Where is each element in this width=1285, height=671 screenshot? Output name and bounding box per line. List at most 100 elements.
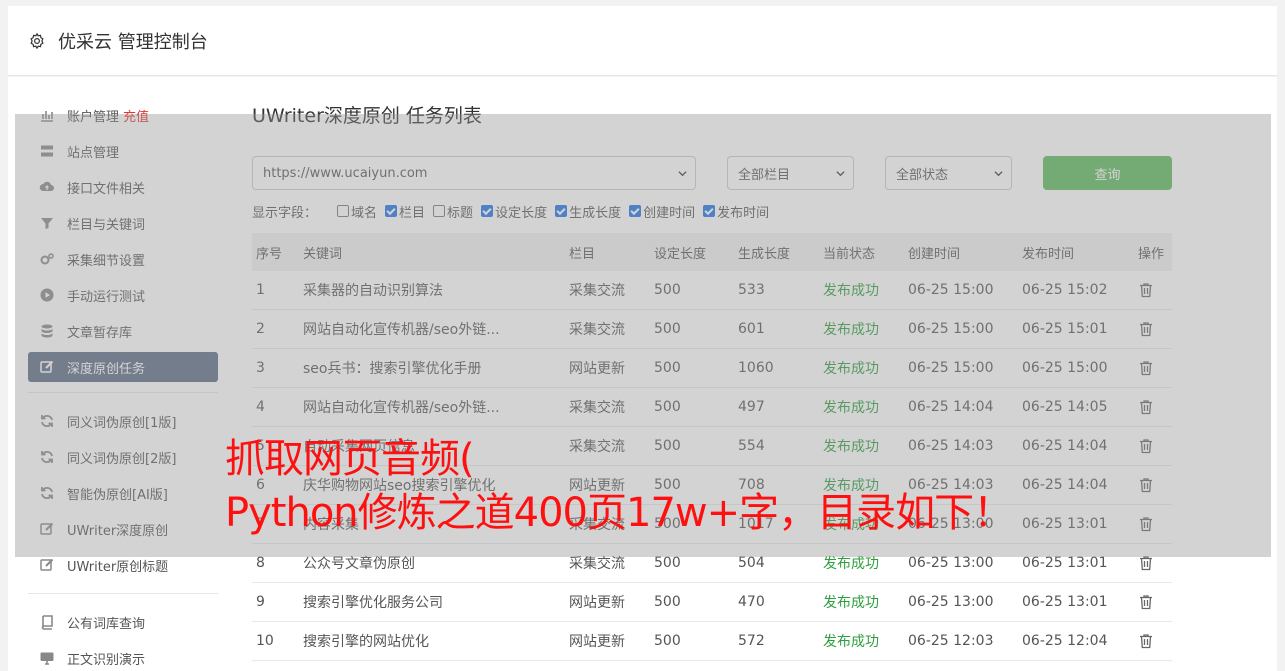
overlay-caption-line2: Python修炼之道400页17w+字，目录如下！ bbox=[225, 490, 1013, 536]
sidebar-item[interactable]: 公有词库查询 bbox=[28, 604, 218, 640]
checkbox-checked-icon[interactable] bbox=[703, 205, 716, 217]
refresh-icon bbox=[39, 449, 55, 465]
sidebar-item[interactable]: 同义词伪原创[2版] bbox=[28, 439, 218, 475]
cell-published-time: 06-25 14:05 bbox=[1022, 399, 1108, 415]
sidebar-item-label: 公有词库查询 bbox=[67, 616, 146, 632]
cell-set-length: 500 bbox=[654, 399, 681, 415]
checkbox-checked-icon[interactable] bbox=[555, 205, 568, 217]
cell-set-length: 500 bbox=[654, 633, 681, 649]
checkbox-checked-icon[interactable] bbox=[481, 205, 494, 217]
database-icon bbox=[39, 323, 55, 339]
sidebar-item[interactable]: 深度原创任务 bbox=[28, 352, 218, 382]
sidebar-item[interactable]: 智能伪原创[AI版] bbox=[28, 475, 218, 511]
sidebar-item-label: 深度原创任务 bbox=[67, 361, 146, 377]
checkbox-checked-icon[interactable] bbox=[385, 205, 398, 217]
sidebar-item[interactable]: 接口文件相关 bbox=[28, 169, 218, 205]
cell-column: 网站更新 bbox=[569, 361, 625, 377]
cell-keyword: 搜索引擎优化服务公司 bbox=[303, 595, 443, 611]
table-row: 10 搜索引擎的网站优化 网站更新 500 572 发布成功 06-25 12:03 06-2… bbox=[252, 622, 1172, 661]
monitor-icon bbox=[39, 650, 55, 666]
cell-column: 网站更新 bbox=[569, 595, 625, 611]
server-icon bbox=[39, 143, 55, 159]
sidebar-item[interactable]: 文章暂存库 bbox=[28, 313, 218, 349]
query-button[interactable]: 查询 bbox=[1043, 156, 1172, 190]
field-checkbox-label: 栏目 bbox=[399, 205, 426, 221]
sidebar-item[interactable]: UWriter深度原创 bbox=[28, 511, 218, 547]
field-checkbox[interactable]: 标题 bbox=[433, 202, 473, 221]
sidebar-divider bbox=[28, 593, 218, 594]
delete-button[interactable] bbox=[1138, 427, 1154, 465]
header-status: 当前状态 bbox=[823, 246, 876, 262]
cell-column: 采集交流 bbox=[569, 322, 625, 338]
recharge-link[interactable]: 充值 bbox=[123, 106, 149, 125]
sidebar-item-label: 采集细节设置 bbox=[67, 253, 146, 269]
delete-button[interactable] bbox=[1138, 505, 1154, 543]
sidebar-item[interactable]: 同义词伪原创[1版] bbox=[28, 403, 218, 439]
sidebar-item[interactable]: 采集细节设置 bbox=[28, 241, 218, 277]
cell-row-number: 2 bbox=[256, 321, 265, 337]
field-checkbox[interactable]: 栏目 bbox=[385, 202, 425, 221]
display-fields: 显示字段： 域名 栏目 标题 设定长度 生成长度 创建时间 发布时间 bbox=[252, 201, 777, 221]
checkbox-unchecked-icon[interactable] bbox=[433, 205, 446, 217]
site-select[interactable]: https://www.ucaiyun.com bbox=[252, 156, 696, 190]
sidebar-item-label: 接口文件相关 bbox=[67, 181, 146, 197]
cell-published-time: 06-25 13:01 bbox=[1022, 516, 1108, 532]
cell-generated-length: 470 bbox=[738, 594, 765, 610]
trash-icon bbox=[1140, 556, 1152, 571]
cell-published-time: 06-25 14:04 bbox=[1022, 477, 1108, 493]
filter-icon bbox=[39, 215, 55, 231]
refresh-icon bbox=[39, 413, 55, 429]
cell-created-time: 06-25 15:00 bbox=[908, 360, 994, 376]
header-published-time: 发布时间 bbox=[1022, 246, 1075, 262]
field-checkbox[interactable]: 发布时间 bbox=[703, 202, 769, 221]
cell-published-time: 06-25 15:01 bbox=[1022, 321, 1108, 337]
cell-published-time: 06-25 15:02 bbox=[1022, 282, 1108, 298]
cell-generated-length: 601 bbox=[738, 321, 765, 337]
trash-icon bbox=[1140, 595, 1152, 610]
checkbox-checked-icon[interactable] bbox=[629, 205, 642, 217]
site-select-value: https://www.ucaiyun.com bbox=[263, 165, 428, 181]
overlay-caption-line1: 抓取网页音频( bbox=[225, 436, 475, 482]
trash-icon bbox=[1140, 634, 1152, 649]
chevron-down-icon bbox=[994, 171, 1003, 177]
delete-button[interactable] bbox=[1138, 310, 1154, 348]
sidebar-item-label: UWriter原创标题 bbox=[67, 559, 169, 575]
delete-button[interactable] bbox=[1138, 466, 1154, 504]
field-checkbox[interactable]: 域名 bbox=[337, 202, 377, 221]
delete-button[interactable] bbox=[1138, 544, 1154, 582]
sidebar-item[interactable]: 正文识别演示 bbox=[28, 640, 218, 671]
delete-button[interactable] bbox=[1138, 349, 1154, 387]
checkbox-unchecked-icon[interactable] bbox=[337, 205, 350, 217]
sidebar-item[interactable]: UWriter原创标题 bbox=[28, 547, 218, 583]
delete-button[interactable] bbox=[1138, 583, 1154, 621]
delete-button[interactable] bbox=[1138, 622, 1154, 660]
delete-button[interactable] bbox=[1138, 271, 1154, 309]
cell-published-time: 06-25 14:04 bbox=[1022, 438, 1108, 454]
header-set-length: 设定长度 bbox=[654, 246, 707, 262]
field-checkbox[interactable]: 设定长度 bbox=[481, 202, 547, 221]
trash-icon bbox=[1140, 361, 1152, 376]
cell-column: 采集交流 bbox=[569, 400, 625, 416]
sidebar-item[interactable]: 站点管理 bbox=[28, 133, 218, 169]
sidebar-item-label: 正文识别演示 bbox=[67, 652, 146, 668]
cell-keyword: seo兵书：搜索引擎优化手册 bbox=[303, 361, 482, 377]
sidebar: 账户管理 充值 站点管理接口文件相关栏目与关键词采集细节设置手动运行测试 文章暂存库深… bbox=[28, 97, 218, 671]
cell-row-number: 3 bbox=[256, 360, 265, 376]
chevron-down-icon bbox=[678, 171, 687, 177]
field-checkbox[interactable]: 创建时间 bbox=[629, 202, 695, 221]
cell-created-time: 06-25 15:00 bbox=[908, 282, 994, 298]
column-select[interactable]: 全部栏目 bbox=[727, 156, 854, 190]
status-select[interactable]: 全部状态 bbox=[885, 156, 1012, 190]
cell-keyword: 公众号文章伪原创 bbox=[303, 556, 415, 572]
field-checkbox[interactable]: 生成长度 bbox=[555, 202, 621, 221]
sidebar-item[interactable]: 栏目与关键词 bbox=[28, 205, 218, 241]
filter-bar: https://www.ucaiyun.com 全部栏目 全部状态 查询 bbox=[252, 156, 1172, 190]
sidebar-item[interactable]: 账户管理 充值 bbox=[28, 97, 218, 133]
field-checkbox-label: 域名 bbox=[351, 205, 378, 221]
cell-published-time: 06-25 13:01 bbox=[1022, 594, 1108, 610]
cell-created-time: 06-25 15:00 bbox=[908, 321, 994, 337]
sidebar-item[interactable]: 手动运行测试 bbox=[28, 277, 218, 313]
delete-button[interactable] bbox=[1138, 388, 1154, 426]
edit-icon bbox=[39, 521, 55, 537]
bar-chart-icon bbox=[39, 107, 55, 123]
